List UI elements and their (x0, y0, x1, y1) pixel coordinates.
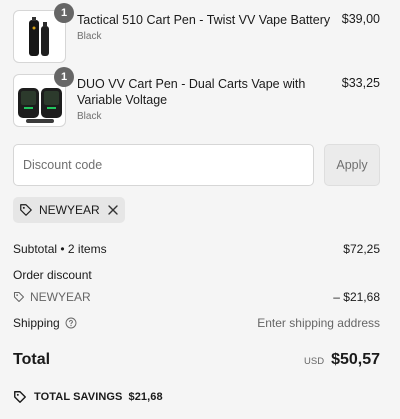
tag-icon (20, 204, 32, 216)
remove-discount-icon[interactable] (107, 204, 119, 216)
applied-discount-code: NEWYEAR (39, 203, 100, 217)
total-label: Total (13, 351, 51, 368)
order-discount-row: Order discount (13, 268, 380, 282)
line-item: 1 Tactical 510 Cart Pen - Twist VV Vape … (13, 3, 380, 63)
shipping-label-group: Shipping (13, 316, 77, 330)
discount-code: NEWYEAR (30, 290, 91, 304)
quantity-badge: 1 (54, 3, 74, 23)
subtotal-row: Subtotal • 2 items $72,25 (13, 242, 380, 256)
tag-icon (13, 291, 25, 303)
subtotal-value: $72,25 (343, 242, 380, 256)
shipping-row: Shipping Enter shipping address (13, 316, 380, 330)
savings-tag-icon (14, 391, 26, 403)
discount-value: – $21,68 (333, 290, 380, 304)
savings-label: TOTAL SAVINGS (34, 391, 123, 403)
item-title: Tactical 510 Cart Pen - Twist VV Vape Ba… (77, 13, 331, 27)
discount-code-line: NEWYEAR (13, 290, 91, 304)
discount-form: Apply (13, 144, 380, 186)
total-amount: USD $50,57 (304, 351, 380, 369)
discount-code-input[interactable] (13, 144, 314, 186)
line-item: 1 DUO VV Cart Pen - Dual Carts Vape with… (13, 67, 380, 127)
subtotal-label: Subtotal • 2 items (13, 242, 107, 256)
apply-button[interactable]: Apply (324, 144, 380, 186)
product-thumbnail: 1 (13, 67, 74, 127)
total-row: Total USD $50,57 (13, 351, 380, 369)
total-value: $50,57 (331, 351, 380, 368)
order-discount-label: Order discount (13, 268, 92, 282)
total-savings: TOTAL SAVINGS $21,68 (13, 390, 163, 404)
quantity-badge: 1 (54, 67, 74, 87)
help-icon[interactable] (65, 317, 77, 329)
savings-value: $21,68 (128, 391, 163, 403)
product-thumbnail: 1 (13, 3, 74, 63)
applied-discount-chip: NEWYEAR (13, 197, 125, 223)
currency-code: USD (304, 356, 325, 367)
shipping-value: Enter shipping address (257, 316, 380, 330)
item-price: $39,00 (341, 12, 380, 26)
item-variant: Black (77, 111, 102, 122)
item-variant: Black (77, 31, 102, 42)
shipping-label: Shipping (13, 316, 60, 330)
discount-code-row: NEWYEAR – $21,68 (13, 290, 380, 304)
item-price: $33,25 (341, 76, 380, 90)
item-title: DUO VV Cart Pen - Dual Carts Vape with V… (77, 77, 306, 107)
